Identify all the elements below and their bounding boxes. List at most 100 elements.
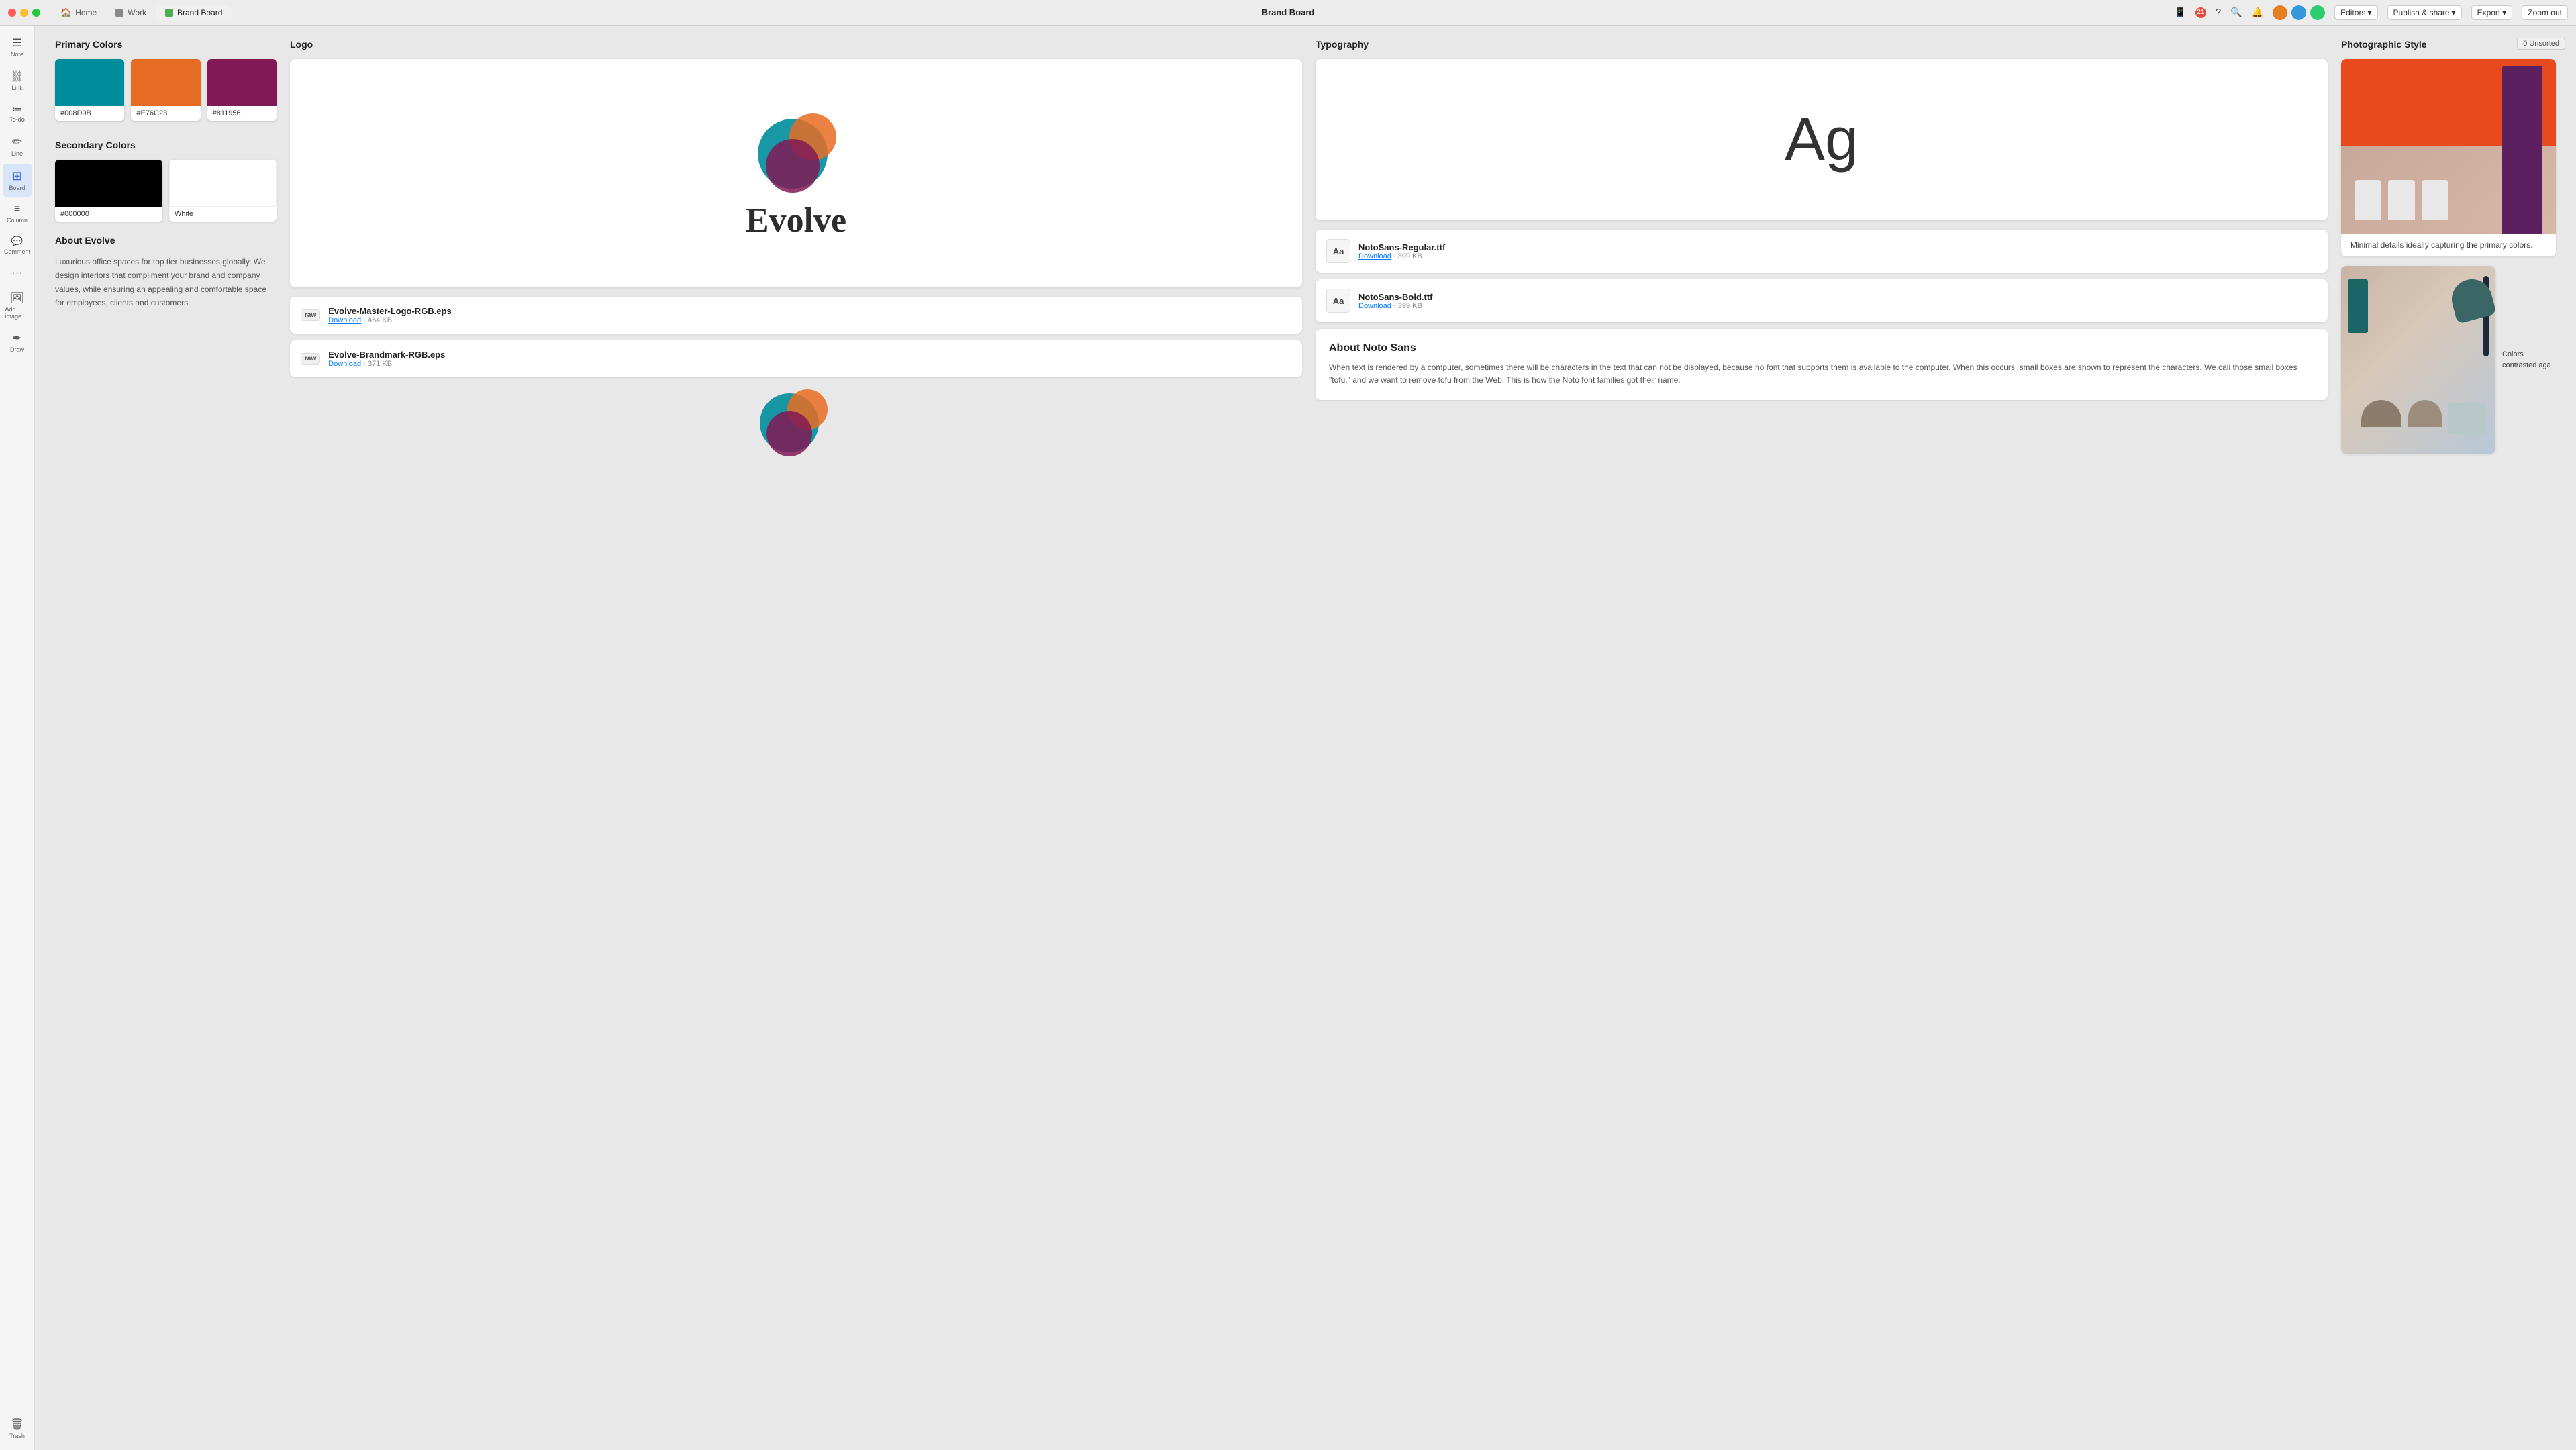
swatch-teal: #008D9B	[55, 59, 124, 121]
tab-home-label: Home	[75, 8, 97, 17]
swatch-orange-label: #E76C23	[131, 106, 200, 121]
avatar-1	[2273, 5, 2287, 20]
photo-pair: Colors contrasted aga	[2341, 266, 2556, 454]
sidebar-item-link[interactable]: ⛓ Link	[3, 64, 32, 97]
page-title: Brand Board	[1262, 7, 1315, 17]
sidebar-item-todo[interactable]: ≔ To-do	[3, 98, 32, 128]
font-file-2: Aa NotoSans-Bold.ttf Download · 399 KB	[1316, 279, 2328, 322]
primary-colors-title: Primary Colors	[55, 39, 277, 50]
sidebar-item-board[interactable]: ⊞ Board	[3, 164, 32, 197]
font-download-1[interactable]: Download	[1358, 252, 1391, 260]
traffic-lights	[8, 9, 40, 17]
search-icon[interactable]: 🔍	[2230, 7, 2242, 18]
tab-brand-board[interactable]: Brand Board	[156, 5, 232, 20]
avatar-2	[2291, 5, 2306, 20]
zoom-button[interactable]: Zoom out	[2522, 5, 2568, 20]
sidebar-note-label: Note	[11, 51, 23, 58]
secondary-swatches: #000000 White	[55, 160, 277, 222]
tab-work[interactable]: Work	[106, 5, 156, 20]
sidebar-item-add-image[interactable]: 🖼 Add image	[3, 286, 32, 325]
photo-placeholder-1	[2341, 59, 2556, 234]
publish-chevron: ▾	[2452, 8, 2456, 17]
notification-badge[interactable]: 21	[2195, 7, 2206, 18]
aa-badge-1: Aa	[1326, 239, 1350, 263]
secondary-colors-title: Secondary Colors	[55, 140, 277, 150]
download-link-1[interactable]: Download	[328, 316, 361, 324]
logo-file-2: raw Evolve-Brandmark-RGB.eps Download · …	[290, 340, 1302, 377]
sidebar-item-trash[interactable]: 🗑 Trash	[3, 1412, 32, 1445]
sidebar-item-column[interactable]: ≡ Column	[3, 198, 32, 229]
minimize-button[interactable]	[20, 9, 28, 17]
photographic-column: Photographic Style Minimal details ideal…	[2341, 39, 2556, 458]
font-size-sep-1: ·	[1393, 252, 1398, 260]
swatch-purple-color	[207, 59, 277, 106]
tab-bar: 🏠 Home Work Brand Board	[51, 5, 232, 21]
sidebar-item-draw[interactable]: ✒ Draw	[3, 326, 32, 358]
zoom-label: Zoom out	[2528, 8, 2562, 17]
export-button[interactable]: Export ▾	[2471, 5, 2513, 20]
colors-column: Primary Colors #008D9B #E76C23 #81195	[55, 39, 277, 458]
swatch-teal-color	[55, 59, 124, 106]
add-image-icon: 🖼	[10, 291, 23, 305]
brandmark-svg	[752, 384, 840, 458]
font-size-2: 399 KB	[1398, 302, 1422, 310]
font-name-2: NotoSans-Bold.ttf	[1358, 292, 1432, 302]
sidebar-item-comment[interactable]: 💬 Comment	[3, 230, 32, 260]
sidebar-draw-label: Draw	[10, 346, 24, 353]
maximize-button[interactable]	[32, 9, 40, 17]
swatch-orange-color	[131, 59, 200, 106]
note-icon: ☰	[12, 36, 21, 50]
swatch-white-color	[169, 160, 277, 207]
unsorted-badge[interactable]: 0 Unsorted	[2517, 38, 2565, 50]
publish-button[interactable]: Publish & share ▾	[2387, 5, 2462, 20]
file-size-val-1: 464 KB	[368, 316, 392, 324]
sidebar-item-dots[interactable]: ···	[3, 262, 32, 285]
line-icon: ✏	[12, 135, 22, 149]
alert-icon[interactable]: 🔔	[2252, 7, 2263, 18]
swatch-purple: #811956	[207, 59, 277, 121]
file-name-2: Evolve-Brandmark-RGB.eps	[328, 350, 445, 360]
download-link-2[interactable]: Download	[328, 360, 361, 368]
sidebar-column-label: Column	[7, 217, 28, 224]
primary-swatches-row: #008D9B #E76C23 #811956	[55, 59, 277, 126]
about-section: About Evolve Luxurious office spaces for…	[55, 235, 277, 310]
raw-badge-2: raw	[301, 353, 320, 365]
about-font-card: About Noto Sans When text is rendered by…	[1316, 329, 2328, 400]
app-body: ☰ Note ⛓ Link ≔ To-do ✏ Line ⊞ Board ≡ C…	[0, 26, 2576, 1450]
font-download-2[interactable]: Download	[1358, 302, 1391, 310]
sidebar-item-note[interactable]: ☰ Note	[3, 31, 32, 63]
logo-card: Evolve	[290, 59, 1302, 287]
tab-work-label: Work	[128, 8, 146, 17]
board-grid: Primary Colors #008D9B #E76C23 #81195	[55, 39, 2556, 458]
typography-column: Typography Ag Aa NotoSans-Regular.ttf Do…	[1316, 39, 2328, 458]
about-font-text: When text is rendered by a computer, som…	[1329, 361, 2314, 387]
font-meta-1: Download · 399 KB	[1358, 252, 1445, 260]
about-text: Luxurious office spaces for top tier bus…	[55, 255, 277, 310]
sidebar-comment-label: Comment	[4, 248, 30, 255]
font-info-1: NotoSans-Regular.ttf Download · 399 KB	[1358, 242, 1445, 260]
sidebar-trash-label: Trash	[9, 1433, 25, 1439]
file-name-1: Evolve-Master-Logo-RGB.eps	[328, 306, 451, 316]
swatch-black: #000000	[55, 160, 162, 222]
file-meta-1: Download · 464 KB	[328, 316, 451, 324]
file-info-1: Evolve-Master-Logo-RGB.eps Download · 46…	[328, 306, 451, 324]
link-icon: ⛓	[10, 70, 23, 83]
column-icon: ≡	[14, 203, 20, 215]
todo-icon: ≔	[13, 103, 22, 115]
swatch-purple-label: #811956	[207, 106, 277, 121]
swatch-black-color	[55, 160, 162, 207]
editors-button[interactable]: Editors ▾	[2334, 5, 2377, 20]
export-chevron: ▾	[2502, 8, 2506, 17]
tab-home[interactable]: 🏠 Home	[51, 5, 106, 21]
sidebar-link-label: Link	[11, 85, 23, 91]
sidebar-item-line[interactable]: ✏ Line	[3, 130, 32, 162]
question-icon[interactable]: ?	[2216, 7, 2221, 18]
close-button[interactable]	[8, 9, 16, 17]
file-size-val-2: 371 KB	[368, 360, 392, 368]
font-size-1: 399 KB	[1398, 252, 1422, 260]
main-content: 0 Unsorted Primary Colors #008D9B #E76C2…	[35, 26, 2576, 1450]
file-info-2: Evolve-Brandmark-RGB.eps Download · 371 …	[328, 350, 445, 368]
tab-brand-board-label: Brand Board	[177, 8, 222, 17]
trash-icon: 🗑	[10, 1418, 23, 1431]
primary-colors-section: Primary Colors #008D9B #E76C23 #81195	[55, 39, 277, 126]
